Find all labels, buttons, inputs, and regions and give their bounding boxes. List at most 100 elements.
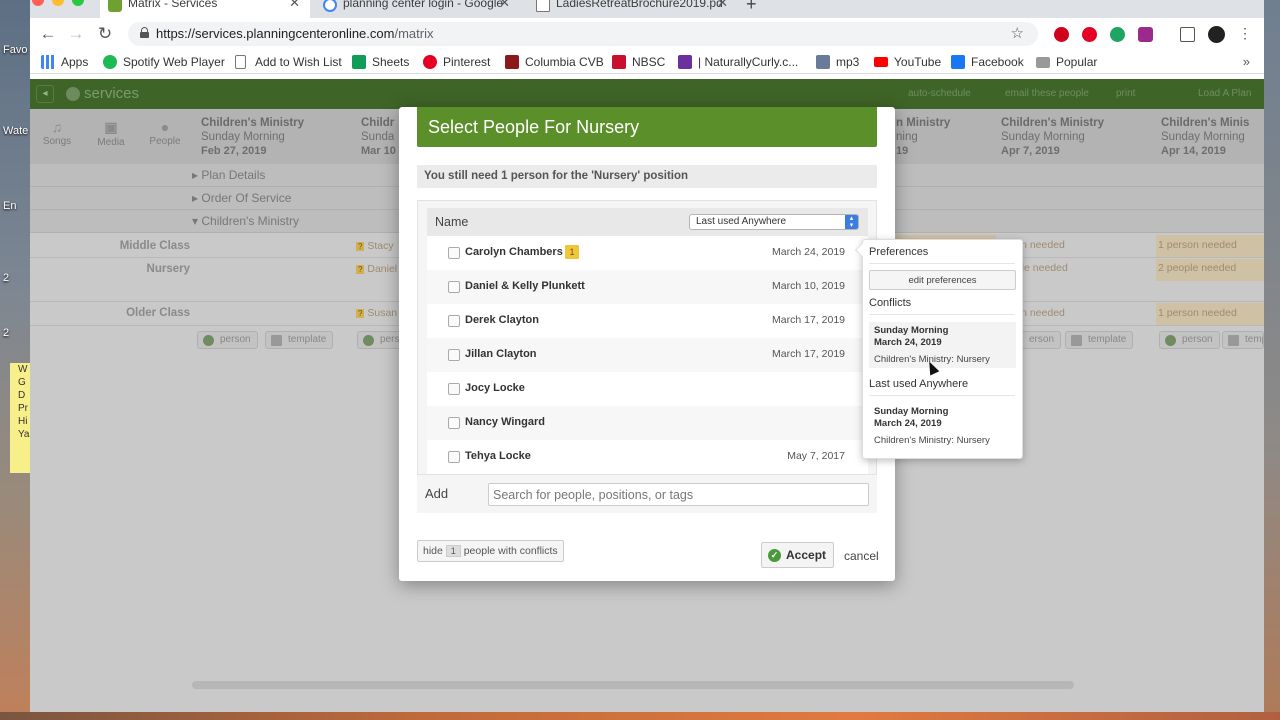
close-tab-icon[interactable]: ✕ [289,0,300,12]
songs-tool[interactable]: ♫ Songs [30,119,84,147]
plan-column[interactable]: Childr Sunda Mar 10 [361,116,396,158]
plan-date: Feb 27, 2019 [201,145,267,157]
add-template-button[interactable]: template [265,331,334,349]
person-details-popover: Preferences edit preferences Conflicts S… [854,239,1023,459]
scheduled-person[interactable]: ? Daniel [356,263,397,275]
bookmark-nbsc[interactable]: NBSC [612,55,665,69]
evernote-extension-icon[interactable] [1110,27,1125,42]
more-menu-icon[interactable]: ⋮ [1235,25,1255,42]
desktop-icon-label[interactable]: Wate [3,125,28,137]
person-row[interactable]: Derek Clayton March 17, 2019 [427,304,868,338]
bookmark-pinterest[interactable]: Pinterest [423,55,490,69]
auto-schedule-link[interactable]: auto-schedule [908,88,971,99]
bookmark-label: YouTube [894,55,942,69]
reload-icon[interactable]: ↻ [95,24,115,44]
person-checkbox[interactable] [448,315,460,327]
pinterest-extension-icon[interactable] [1082,27,1097,42]
person-name: Carolyn Chambers [465,246,563,258]
add-template-button[interactable]: template [1065,331,1134,349]
hide-conflicts-button[interactable]: hide 1 people with conflicts [417,540,564,562]
plan-column[interactable]: n Ministry ning 19 [896,116,950,158]
person-checkbox[interactable] [448,247,460,259]
edit-preferences-button[interactable]: edit preferences [869,270,1016,290]
load-plan-link[interactable]: Load A Plan [1198,88,1251,99]
plan-time: Sunday Morning [1161,131,1245,143]
person-row[interactable]: Jillan Clayton March 17, 2019 [427,338,868,372]
add-person-button[interactable]: person [1159,331,1220,349]
tab-google-search[interactable]: planning center login - Google ✕ [315,0,520,18]
desktop-icon-label[interactable]: 2 [3,327,9,339]
forward-icon[interactable]: → [66,24,86,44]
scheduled-person[interactable]: ? Susan [356,307,397,319]
scheduled-person[interactable]: ? Stacy [356,240,394,252]
person-row[interactable]: Jocy Locke [427,372,868,406]
grammar-extension-icon[interactable] [1138,27,1153,42]
minimize-window-icon[interactable] [52,0,64,6]
plan-column[interactable]: Children's Ministry Sunday Morning Feb 27,… [201,116,304,158]
last-used-service: Sunday Morning [874,406,949,417]
bookmark-label: Popular [1056,55,1098,69]
plus-circle-icon [363,335,374,346]
people-search-input[interactable] [488,483,869,506]
bookmark-columbia[interactable]: Columbia CVB [505,55,604,69]
horizontal-scrollbar[interactable] [192,681,1074,689]
accept-button[interactable]: ✓ Accept [761,542,834,568]
avatar[interactable] [1208,26,1225,43]
bookmark-sheets[interactable]: Sheets [352,55,409,69]
desktop-icon-label[interactable]: 2 [3,272,9,284]
media-tool[interactable]: ▣ Media [84,119,138,148]
close-tab-icon[interactable]: ✕ [717,0,728,12]
person-row[interactable]: Nancy Wingard [427,406,868,440]
bookmark-spotify[interactable]: Spotify Web Player [103,55,225,69]
bookmark-apps[interactable]: Apps [41,55,88,69]
email-people-link[interactable]: email these people [1005,88,1089,99]
bookmark-youtube[interactable]: YouTube [874,55,941,69]
bookmark-naturallycurly[interactable]: | NaturallyCurly.c... [678,55,798,69]
add-person-button[interactable]: person [357,331,401,349]
conflict-entry[interactable]: Sunday Morning March 24, 2019 Children's… [869,322,1016,368]
person-row[interactable]: Tehya Locke May 7, 2017 [427,440,868,474]
desktop-icon-label[interactable]: En [3,200,16,212]
new-tab-icon[interactable]: + [746,0,757,15]
sidebar-toggle-icon[interactable]: ◂ [36,85,54,103]
tab-bar: Matrix - Services ✕ planning center logi… [30,0,1264,18]
person-checkbox[interactable] [448,281,460,293]
tab-matrix-services[interactable]: Matrix - Services ✕ [100,0,310,18]
close-window-icon[interactable] [32,0,44,6]
bookmark-mp3[interactable]: mp3 [816,55,859,69]
brand-text: services [84,85,140,102]
conflict-badge[interactable]: 1 [565,245,579,259]
bookmark-wish-list[interactable]: Add to Wish List [235,55,342,69]
plan-column[interactable]: Children's Minis Sunday Morning Apr 14, 20… [1161,116,1249,158]
back-icon[interactable]: ← [38,24,58,44]
person-checkbox[interactable] [448,383,460,395]
people-tool[interactable]: ● People [138,119,192,147]
add-person-button[interactable]: person [197,331,258,349]
zoom-window-icon[interactable] [72,0,84,6]
cancel-link[interactable]: cancel [844,549,879,563]
close-tab-icon[interactable]: ✕ [499,0,510,12]
desktop-icon-label[interactable]: Favo [3,44,27,56]
plan-column[interactable]: Children's Ministry Sunday Morning Apr 7, … [1001,116,1104,158]
add-person-button[interactable]: erson [1020,331,1062,349]
person-checkbox[interactable] [448,417,460,429]
plan-title: Childr [361,117,395,129]
sticky-note[interactable]: W G D Pr Hi Ya [10,363,32,473]
bookmark-popular-folder[interactable]: Popular [1036,55,1097,69]
sort-select[interactable]: Last used Anywhere ▴ ▾ [689,214,859,230]
print-link[interactable]: print [1116,88,1135,99]
address-bar[interactable]: https://services.planningcenteronline.co… [128,22,1038,46]
bookmark-facebook[interactable]: Facebook [951,55,1024,69]
media-icon: ▣ [104,119,118,135]
add-template-button[interactable]: template [1222,331,1264,349]
name-column-header[interactable]: Name [435,215,468,229]
person-row[interactable]: Carolyn Chambers 1 March 24, 2019 [427,236,868,270]
bookmarks-overflow-icon[interactable]: » [1243,54,1250,69]
cast-icon[interactable] [1180,27,1195,42]
person-row[interactable]: Daniel & Kelly Plunkett March 10, 2019 [427,270,868,304]
person-checkbox[interactable] [448,451,460,463]
tab-brochure-pdf[interactable]: LadiesRetreatBrochure2019.pd ✕ [528,0,738,18]
person-checkbox[interactable] [448,349,460,361]
opera-extension-icon[interactable] [1054,27,1069,42]
bookmark-star-icon[interactable]: ☆ [1011,24,1024,42]
